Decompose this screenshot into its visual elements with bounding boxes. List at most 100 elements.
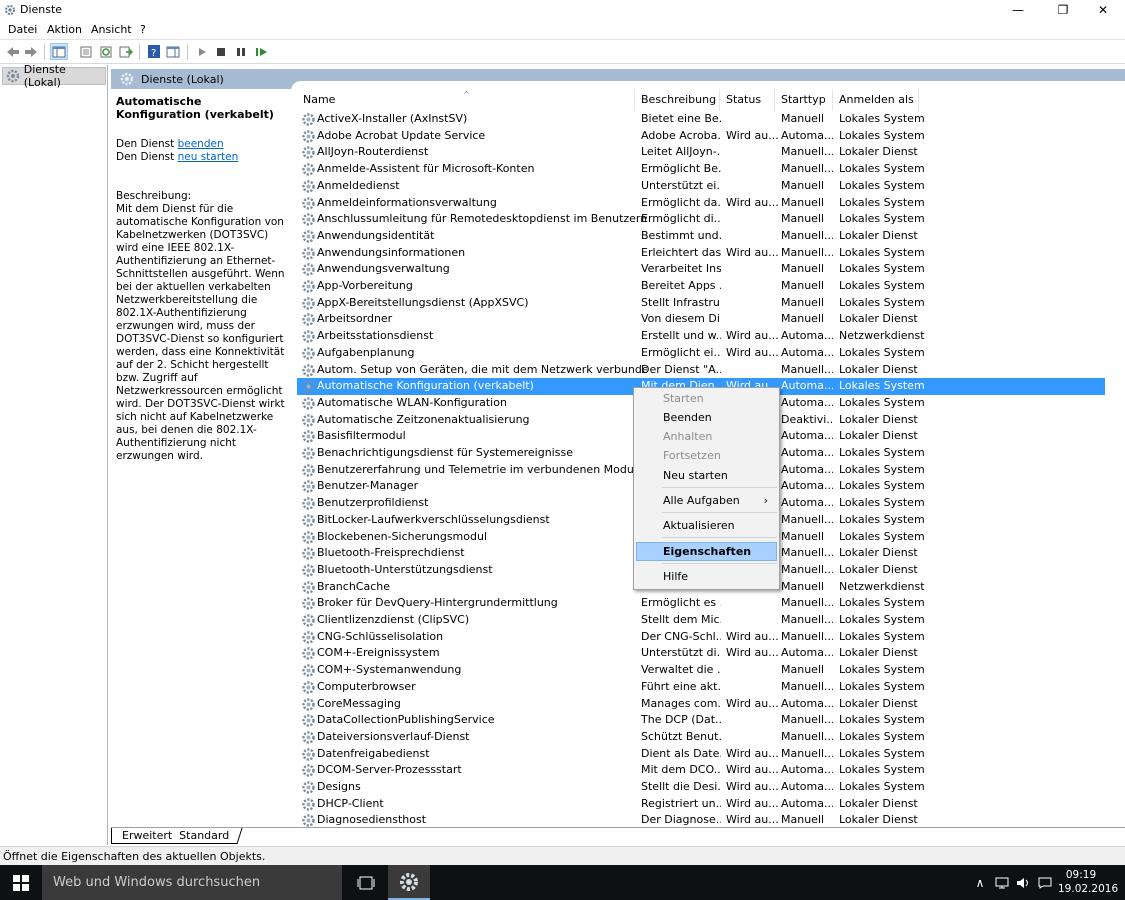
service-gear-icon	[301, 112, 316, 127]
column-header-logon[interactable]: Anmelden als	[833, 89, 919, 111]
taskbar-clock[interactable]: 09:19 19.02.2016	[1058, 868, 1118, 896]
menu-separator	[662, 563, 777, 564]
taskbar-search-box[interactable]: Web und Windows durchsuchen	[42, 865, 342, 900]
network-icon[interactable]	[992, 865, 1012, 900]
menu-item-anhalten[interactable]: Anhalten	[636, 427, 777, 446]
menu-item-aktualisieren[interactable]: Aktualisieren	[636, 516, 777, 535]
menu-item-eigenschaften[interactable]: Eigenschaften	[636, 542, 777, 561]
service-row[interactable]: Designs Stellt die Desi... Wird au... Autom…	[297, 779, 1105, 796]
menu-item-beenden[interactable]: Beenden	[636, 408, 777, 427]
menu-item-alle-aufgaben[interactable]: Alle Aufgaben ›	[636, 491, 777, 510]
service-row[interactable]: COM+-Systemanwendung Verwaltet die ... Man…	[297, 662, 1105, 679]
minimize-button[interactable]: —	[995, 0, 1041, 20]
menu-separator	[662, 487, 777, 488]
column-header-description[interactable]: Beschreibung	[635, 89, 720, 111]
service-gear-icon	[301, 329, 316, 344]
service-row[interactable]: DHCP-Client Registriert un... Wird au... Au…	[297, 796, 1105, 813]
restart-service-icon[interactable]	[253, 43, 271, 60]
close-button[interactable]: ✕	[1080, 0, 1125, 20]
service-description: Ermöglicht Be...	[641, 162, 721, 176]
help-icon[interactable]: ?	[145, 43, 163, 60]
service-status: Wird au...	[726, 245, 778, 259]
action-center-icon[interactable]	[1035, 865, 1055, 900]
menu-aktion[interactable]: Aktion	[47, 23, 82, 36]
service-gear-icon	[301, 663, 316, 678]
service-name: DataCollectionPublishingService	[317, 713, 495, 727]
service-row[interactable]: Clientlizenzdienst (ClipSVC) Stellt dem M…	[297, 612, 1105, 629]
description-text: Mit dem Dienst für die automatische Konf…	[116, 203, 285, 462]
export-list-icon[interactable]	[117, 43, 135, 60]
service-row[interactable]: DCOM-Server-Prozessstart Mit dem DCO... Wi…	[297, 762, 1105, 779]
volume-icon[interactable]	[1013, 865, 1033, 900]
stop-link[interactable]: beenden	[178, 138, 224, 150]
service-row[interactable]: Broker für DevQuery-Hintergrundermittlun…	[297, 595, 1105, 612]
service-row[interactable]: CNG-Schlüsselisolation Der CNG-Schl... Wir…	[297, 629, 1105, 646]
service-starttyp: Manuell...	[781, 228, 833, 242]
service-row[interactable]: CoreMessaging Manages com... Wird au... Aut…	[297, 696, 1105, 713]
title-bar[interactable]: Dienste — ❐ ✕	[0, 0, 1125, 20]
properties-sheet-icon[interactable]	[77, 43, 95, 60]
service-row[interactable]: App-Vorbereitung Bereitet Apps ... Manuell…	[297, 278, 1105, 295]
service-gear-icon	[301, 680, 316, 695]
service-row[interactable]: COM+-Ereignissystem Unterstützt di... Wird…	[297, 645, 1105, 662]
services-gear-icon	[120, 72, 134, 86]
tree-item-dienste-lokal[interactable]: Dienste (Lokal)	[2, 63, 106, 89]
column-header-starttyp[interactable]: Starttyp	[775, 89, 833, 111]
service-row[interactable]: Anmelde-Assistent für Microsoft-Konten Er…	[297, 161, 1105, 178]
service-row[interactable]: Arbeitsstationsdienst Erstellt und w... Wi…	[297, 328, 1105, 345]
refresh-icon[interactable]	[97, 43, 115, 60]
service-row[interactable]: Anwendungsverwaltung Verarbeitet Ins... Ma…	[297, 261, 1105, 278]
service-logon: Lokaler Dienst	[839, 796, 918, 810]
tray-chevron-icon[interactable]: ∧	[970, 865, 990, 900]
service-name: Anwendungsverwaltung	[317, 262, 450, 276]
column-name-label: Name	[303, 93, 336, 106]
tab-standard[interactable]: Standard	[166, 828, 243, 844]
column-header-name[interactable]: Name ^	[297, 89, 635, 111]
service-row[interactable]: AllJoyn-Routerdienst Leitet AllJoyn-... Ma…	[297, 144, 1105, 161]
service-row[interactable]: Diagnosediensthost Der Diagnose... Wird au…	[297, 812, 1105, 827]
service-row[interactable]: ActiveX-Installer (AxInstSV) Bietet eine …	[297, 111, 1105, 128]
menu-ansicht[interactable]: Ansicht	[91, 23, 132, 36]
menu-item-hilfe[interactable]: Hilfe	[636, 567, 777, 586]
service-row[interactable]: Autom. Setup von Geräten, die mit dem Ne…	[297, 362, 1105, 379]
menu-item-starten[interactable]: Starten	[636, 389, 777, 408]
forward-arrow-icon[interactable]	[22, 43, 40, 60]
service-starttyp: Manuell...	[781, 613, 833, 626]
service-row[interactable]: Anmeldedienst Unterstützt ei... Manuell Lok…	[297, 178, 1105, 195]
console-tree-icon[interactable]	[50, 43, 68, 60]
service-logon: Lokales System	[839, 212, 925, 226]
service-row[interactable]: Anmeldeinformationsverwaltung Ermöglicht …	[297, 195, 1105, 212]
service-gear-icon	[301, 279, 316, 294]
restart-link[interactable]: neu starten	[178, 151, 239, 163]
start-service-icon[interactable]	[193, 43, 211, 60]
menu-item-fortsetzen[interactable]: Fortsetzen	[636, 446, 777, 465]
show-hide-pane-icon[interactable]	[164, 43, 182, 60]
service-row[interactable]: AppX-Bereitstellungsdienst (AppXSVC) Stel…	[297, 295, 1105, 312]
service-gear-icon	[301, 145, 316, 160]
stop-service-icon[interactable]	[212, 43, 230, 60]
menu-datei[interactable]: Datei	[8, 23, 37, 36]
service-row[interactable]: Adobe Acrobat Update Service Adobe Acroba…	[297, 128, 1105, 145]
service-row[interactable]: DataCollectionPublishingService The DCP (…	[297, 712, 1105, 729]
taskbar-services-app[interactable]	[388, 865, 430, 900]
task-view-button[interactable]	[348, 865, 384, 900]
menu-item-neu-starten[interactable]: Neu starten	[636, 466, 777, 485]
service-description: Unterstützt ei...	[641, 178, 721, 192]
service-starttyp: Manuell...	[781, 145, 833, 159]
service-row[interactable]: Anwendungsinformationen Erleichtert das..…	[297, 245, 1105, 262]
column-header-status[interactable]: Status	[720, 89, 775, 111]
menu-help[interactable]: ?	[140, 23, 146, 36]
service-row[interactable]: Anschlussumleitung für Remotedesktopdien…	[297, 211, 1105, 228]
service-row[interactable]: Dateiversionsverlauf-Dienst Schützt Benut…	[297, 729, 1105, 746]
back-arrow-icon[interactable]	[4, 43, 22, 60]
service-gear-icon	[301, 546, 316, 561]
service-logon: Lokaler Dienst	[839, 228, 918, 242]
service-row[interactable]: Anwendungsidentität Bestimmt und... Manuel…	[297, 228, 1105, 245]
pause-service-icon[interactable]	[232, 43, 250, 60]
service-row[interactable]: Aufgabenplanung Ermöglicht ei... Wird au..…	[297, 345, 1105, 362]
service-row[interactable]: Arbeitsordner Von diesem Di... Manuell Loka…	[297, 311, 1105, 328]
service-row[interactable]: Computerbrowser Führt eine akt... Manuell.…	[297, 679, 1105, 696]
service-logon: Lokaler Dienst	[839, 813, 918, 827]
service-row[interactable]: Datenfreigabedienst Dient als Date... Wird…	[297, 746, 1105, 763]
start-button[interactable]	[0, 865, 42, 900]
